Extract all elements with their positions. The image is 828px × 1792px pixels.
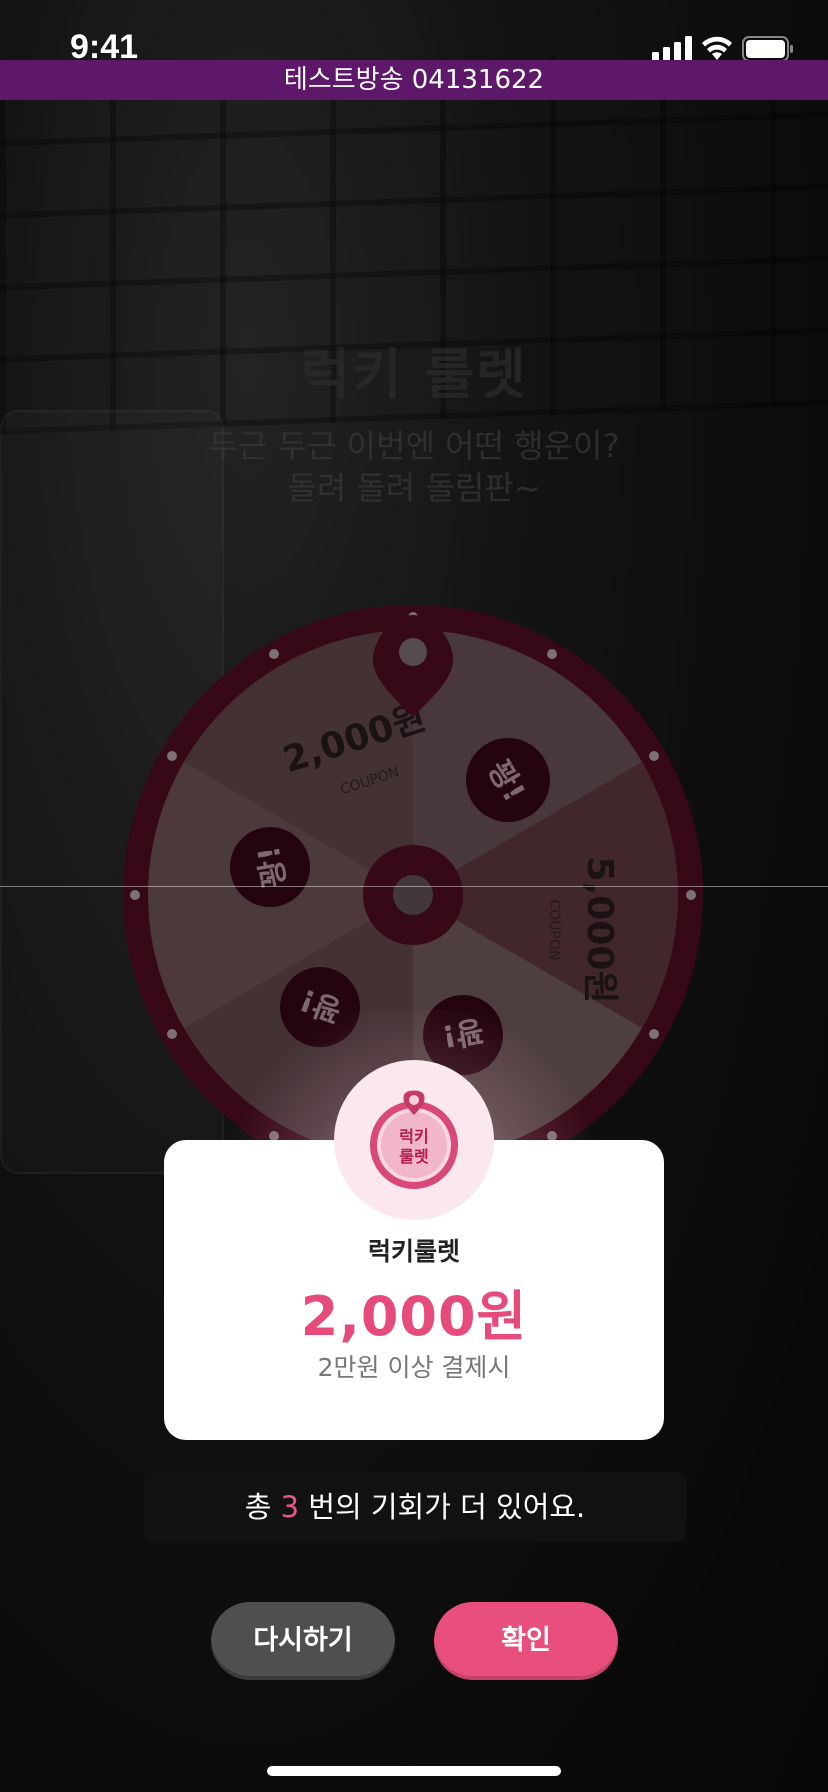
confirm-button[interactable]: 확인	[434, 1602, 618, 1680]
signal-icon	[652, 36, 692, 62]
home-indicator[interactable]	[267, 1766, 561, 1776]
badge-text-line-2: 룰렛	[399, 1147, 429, 1166]
chances-count: 3	[280, 1490, 300, 1524]
badge-text-line-1: 럭키	[399, 1127, 428, 1146]
remaining-chances: 총 3 번의 기회가 더 있어요.	[144, 1472, 686, 1542]
horizontal-divider	[0, 886, 828, 887]
screen: 럭키 룰렛 두근 두근 이번엔 어떤 행운이? 돌려 돌려 돌림판~ 2,000…	[0, 0, 828, 1792]
chances-prefix: 총	[244, 1490, 272, 1524]
status-bar: 9:41	[0, 0, 828, 66]
wifi-icon	[702, 36, 732, 60]
prize-label: 럭키룰렛	[367, 1237, 460, 1266]
mini-roulette-icon: 럭키 룰렛	[370, 1090, 458, 1189]
test-broadcast-banner: 테스트방송 04131622	[0, 60, 828, 100]
retry-button[interactable]: 다시하기	[211, 1602, 395, 1680]
chances-suffix: 번의 기회가 더 있어요.	[308, 1490, 586, 1524]
prize-condition: 2만원 이상 결제시	[317, 1353, 511, 1382]
prize-amount: 2,000원	[300, 1285, 528, 1348]
battery-icon	[742, 36, 793, 62]
